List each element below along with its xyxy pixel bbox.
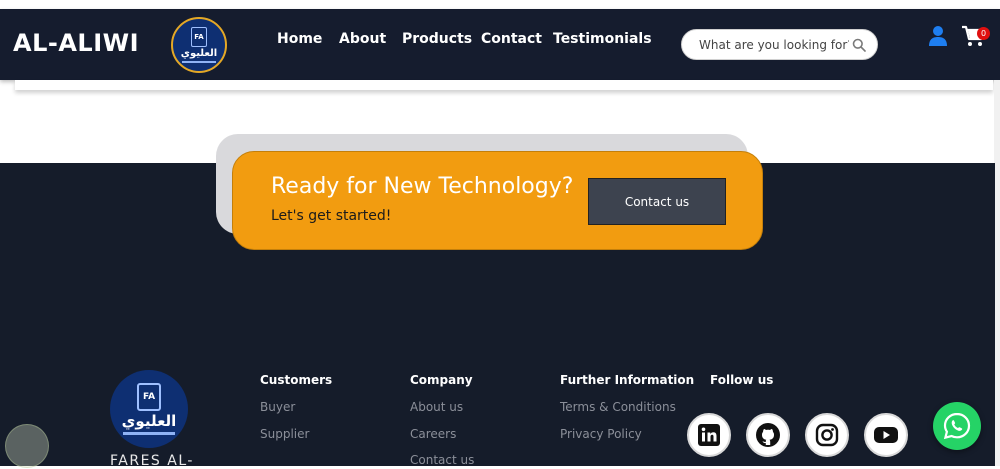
linkedin-button[interactable] — [687, 413, 731, 457]
footer-link-supplier[interactable]: Supplier — [260, 427, 309, 441]
footer-company-name: FARES AL- — [110, 453, 194, 469]
cta-title: Ready for New Technology? — [271, 174, 574, 199]
footer-link-terms[interactable]: Terms & Conditions — [560, 400, 676, 414]
linkedin-icon — [698, 424, 720, 446]
footer-heading-further-information: Further Information — [560, 373, 695, 387]
header-logo[interactable]: FA العليوي — [171, 17, 227, 73]
search-icon[interactable] — [852, 38, 866, 52]
cart-count-badge: 0 — [977, 27, 990, 40]
nav-products[interactable]: Products — [402, 31, 472, 47]
search-input[interactable] — [699, 37, 849, 52]
brand-name[interactable]: AL-ALIWI — [13, 29, 139, 57]
navbar: AL-ALIWI FA العليوي Home About Products … — [0, 9, 1000, 80]
nav-testimonials[interactable]: Testimonials — [553, 31, 652, 47]
watermark-badge — [5, 424, 49, 468]
nav-contact[interactable]: Contact — [481, 31, 542, 47]
youtube-icon — [874, 427, 898, 443]
content-card-edge — [15, 80, 993, 90]
contact-us-button[interactable]: Contact us — [588, 178, 726, 225]
footer-logo-initials: FA — [137, 383, 161, 411]
footer-logo-underline — [123, 432, 175, 435]
logo-arabic-text: العليوي — [180, 48, 218, 59]
footer-link-careers[interactable]: Careers — [410, 427, 456, 441]
footer-link-contact-us[interactable]: Contact us — [410, 453, 474, 467]
footer-heading-customers: Customers — [260, 373, 333, 387]
footer-link-about-us[interactable]: About us — [410, 400, 463, 414]
cta-banner: Ready for New Technology? Let's get star… — [232, 151, 763, 250]
footer-logo[interactable]: FA العليوي — [110, 370, 188, 448]
user-icon[interactable] — [928, 25, 948, 47]
footer-heading-company: Company — [410, 373, 473, 387]
search-box[interactable] — [681, 29, 878, 60]
whatsapp-icon — [943, 412, 971, 440]
footer-link-privacy[interactable]: Privacy Policy — [560, 427, 642, 441]
logo-initials: FA — [191, 27, 207, 47]
instagram-button[interactable] — [805, 413, 849, 457]
instagram-icon — [815, 423, 839, 447]
footer-link-buyer[interactable]: Buyer — [260, 400, 295, 414]
nav-about[interactable]: About — [339, 31, 386, 47]
footer-heading-follow-us: Follow us — [710, 373, 774, 387]
whatsapp-button[interactable] — [933, 402, 981, 450]
footer-logo-arabic-text: العليوي — [121, 412, 177, 430]
logo-underline — [182, 61, 216, 63]
github-icon — [756, 423, 780, 447]
nav-home[interactable]: Home — [277, 31, 322, 47]
cta-subtitle: Let's get started! — [271, 208, 392, 224]
github-button[interactable] — [746, 413, 790, 457]
youtube-button[interactable] — [864, 413, 908, 457]
